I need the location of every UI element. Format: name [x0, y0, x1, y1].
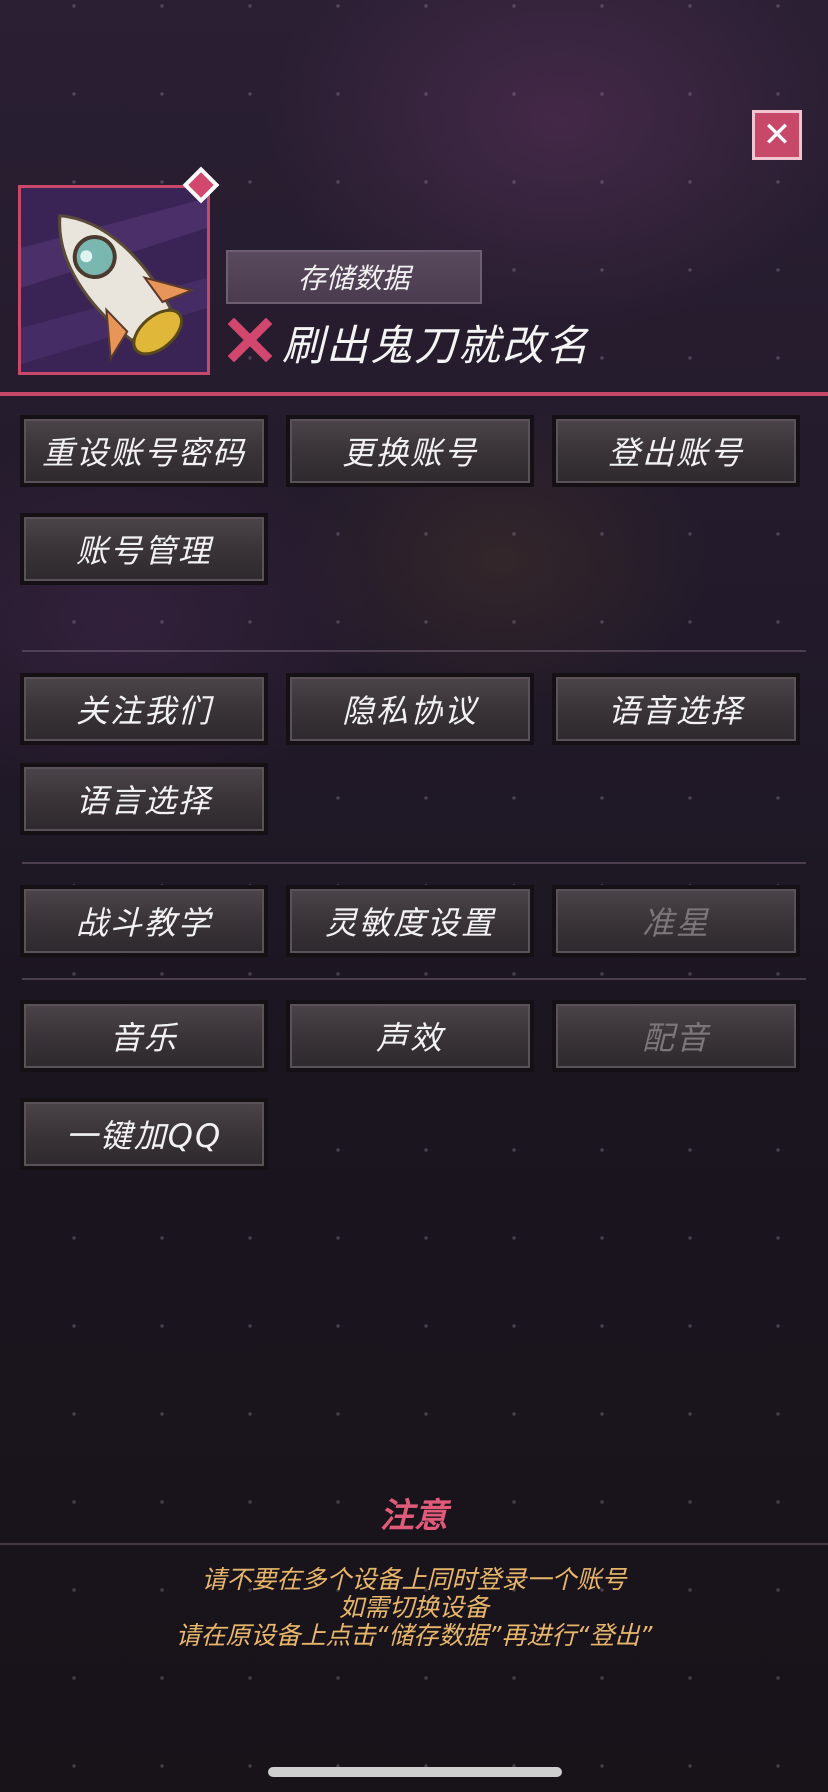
privacy-policy-button[interactable]: 隐私协议	[286, 673, 534, 745]
avatar[interactable]	[18, 185, 210, 375]
notice-title: 注意	[380, 1496, 448, 1536]
notice-line: 请在原设备上点击“储存数据”再进行“登出”	[175, 1621, 653, 1650]
voice-select-button[interactable]: 语音选择	[552, 673, 800, 745]
home-indicator[interactable]	[268, 1767, 562, 1777]
voice-over-button[interactable]: 配音	[552, 1000, 800, 1072]
follow-us-button[interactable]: 关注我们	[20, 673, 268, 745]
notice-divider	[0, 1543, 828, 1545]
combat-tutorial-button[interactable]: 战斗教学	[20, 885, 268, 957]
music-button[interactable]: 音乐	[20, 1000, 268, 1072]
reset-password-button[interactable]: 重设账号密码	[20, 415, 268, 487]
close-icon: ✕	[762, 115, 792, 155]
x-mark-icon	[228, 318, 272, 362]
switch-account-button[interactable]: 更换账号	[286, 415, 534, 487]
sensitivity-settings-button[interactable]: 灵敏度设置	[286, 885, 534, 957]
add-qq-button[interactable]: 一键加QQ	[20, 1098, 268, 1170]
section-divider	[22, 650, 806, 652]
rocket-avatar-icon	[21, 188, 207, 372]
crosshair-button[interactable]: 准星	[552, 885, 800, 957]
username: 刷出鬼刀就改名	[282, 321, 591, 370]
section-divider	[22, 978, 806, 980]
header-divider	[0, 392, 828, 396]
language-select-button[interactable]: 语言选择	[20, 763, 268, 835]
save-data-button[interactable]: 存储数据	[226, 250, 482, 304]
account-management-button[interactable]: 账号管理	[20, 513, 268, 585]
close-button[interactable]: ✕	[752, 110, 802, 160]
logout-button[interactable]: 登出账号	[552, 415, 800, 487]
section-divider	[22, 862, 806, 864]
sound-effects-button[interactable]: 声效	[286, 1000, 534, 1072]
